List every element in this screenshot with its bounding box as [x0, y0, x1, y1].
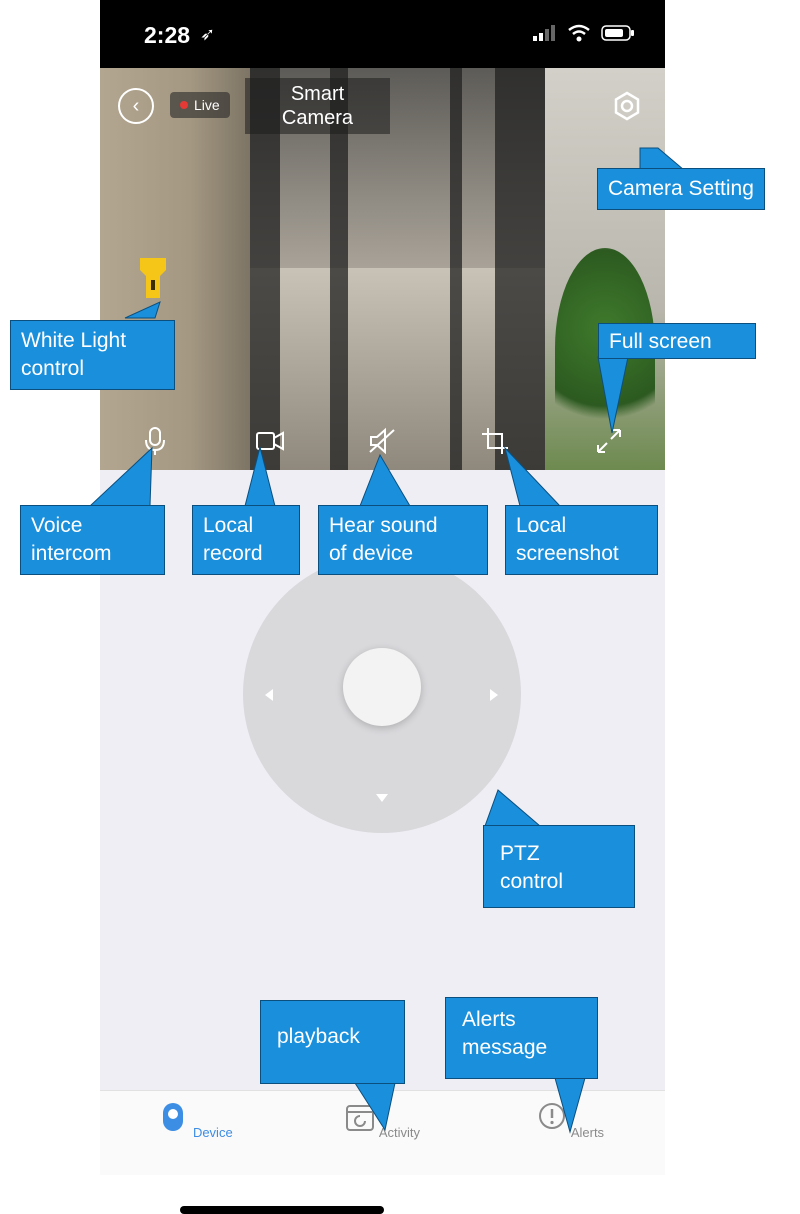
- ptz-knob[interactable]: [343, 648, 421, 726]
- device-icon: [163, 1103, 184, 1131]
- chevron-left-icon: ‹: [132, 94, 140, 117]
- ptz-left-arrow-icon[interactable]: [265, 689, 273, 701]
- status-time: 2:28: [144, 22, 191, 48]
- tab-activity[interactable]: Activity: [332, 1101, 432, 1140]
- status-icons: [533, 24, 635, 42]
- screenshot-crop-icon[interactable]: [480, 426, 510, 456]
- callout-camera-setting: Camera Setting: [597, 168, 765, 210]
- callout-ptz-control: PTZ control: [483, 825, 635, 908]
- back-button[interactable]: ‹: [118, 88, 154, 124]
- tab-alerts[interactable]: Alerts: [520, 1101, 620, 1140]
- activity-icon: [345, 1105, 374, 1131]
- live-dot-icon: [180, 101, 188, 109]
- live-video-feed[interactable]: ‹ Live Smart Camera: [100, 68, 665, 470]
- callout-local-screenshot: Local screenshot: [505, 505, 658, 575]
- location-arrow-icon: ➶: [200, 24, 216, 44]
- status-bar: 2:28 ➶: [100, 0, 665, 68]
- page-title: Smart Camera: [245, 78, 390, 134]
- wifi-icon: [568, 24, 590, 42]
- white-light-icon[interactable]: [138, 256, 168, 300]
- speaker-muted-icon[interactable]: [367, 426, 397, 456]
- live-label: Live: [194, 97, 220, 113]
- microphone-icon[interactable]: [140, 426, 170, 456]
- ptz-down-arrow-icon[interactable]: [376, 794, 388, 802]
- ptz-joystick[interactable]: [243, 555, 521, 833]
- home-indicator[interactable]: [180, 1206, 384, 1214]
- tab-device[interactable]: Device: [145, 1101, 245, 1140]
- fullscreen-icon[interactable]: [594, 426, 624, 456]
- video-record-icon[interactable]: [255, 426, 285, 456]
- signal-icon: [533, 25, 555, 41]
- callout-playback: playback: [260, 1000, 405, 1084]
- ptz-right-arrow-icon[interactable]: [490, 689, 498, 701]
- camera-settings-icon[interactable]: [611, 90, 643, 122]
- callout-voice-intercom: Voice intercom: [20, 505, 165, 575]
- bottom-tab-bar: Device Activity Alerts: [100, 1090, 665, 1175]
- live-badge: Live: [170, 92, 230, 118]
- callout-white-light: White Light control: [10, 320, 175, 390]
- callout-hear-sound: Hear sound of device: [318, 505, 488, 575]
- callout-alerts-message: Alerts message: [445, 997, 598, 1079]
- alerts-icon: [538, 1103, 565, 1129]
- callout-full-screen: Full screen: [598, 323, 756, 359]
- callout-local-record: Local record: [192, 505, 300, 575]
- battery-icon: [601, 25, 634, 41]
- video-controls-bar: [100, 418, 665, 462]
